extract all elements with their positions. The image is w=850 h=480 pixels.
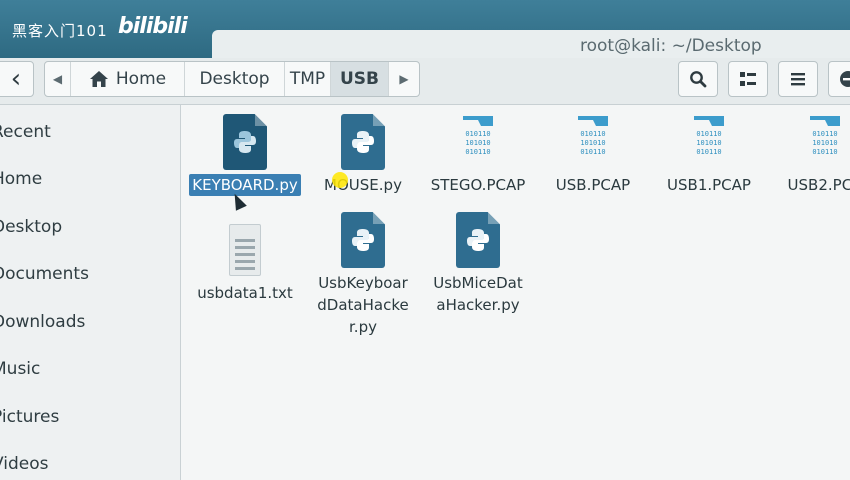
python-file-icon bbox=[341, 212, 385, 268]
file-item[interactable]: UsbMiceDat aHacker.py bbox=[418, 212, 538, 316]
file-item[interactable]: 010110 101010 010110 USB.PCAP bbox=[533, 114, 653, 196]
file-item[interactable]: KEYBOARD.py bbox=[185, 114, 305, 196]
breadcrumb-home[interactable]: Home bbox=[71, 62, 185, 96]
sidebar-item-music[interactable]: Music bbox=[0, 359, 40, 379]
sidebar-item-label: Home bbox=[0, 169, 43, 189]
hamburger-menu-icon bbox=[791, 73, 805, 86]
file-item[interactable]: usbdata1.txt bbox=[185, 222, 305, 304]
path-scroll-left-button[interactable]: ◀ bbox=[45, 62, 71, 96]
pcap-file-icon: 010110 101010 010110 bbox=[687, 114, 731, 170]
file-name-line: UsbMiceDat bbox=[433, 274, 523, 292]
file-name-line: r.py bbox=[349, 318, 377, 336]
breadcrumb-label: USB bbox=[339, 69, 379, 89]
breadcrumb-usb[interactable]: USB bbox=[331, 62, 389, 96]
pcap-file-icon: 010110 101010 010110 bbox=[456, 114, 500, 170]
breadcrumb-label: TMP bbox=[289, 69, 326, 89]
sidebar-item-label: Recent bbox=[0, 122, 51, 142]
sidebar-item-label: Desktop bbox=[0, 217, 63, 237]
window-title: root@kali: ~/Desktop bbox=[580, 36, 762, 56]
file-grid: KEYBOARD.py MOUSE.py 010110 101010 010110 … bbox=[181, 105, 850, 480]
file-name: USB2.PCA bbox=[787, 176, 850, 194]
home-icon bbox=[89, 71, 108, 87]
sidebar-item-recent[interactable]: Recent bbox=[0, 122, 51, 142]
file-name: USB.PCAP bbox=[555, 176, 631, 194]
breadcrumb-desktop[interactable]: Desktop bbox=[185, 62, 285, 96]
breadcrumb-label: Desktop bbox=[199, 69, 270, 89]
python-file-icon bbox=[223, 114, 267, 170]
python-file-icon bbox=[341, 114, 385, 170]
file-name: USB1.PCAP bbox=[667, 176, 751, 194]
triangle-right-icon: ▶ bbox=[399, 72, 409, 86]
view-toggle-button[interactable] bbox=[728, 61, 768, 97]
sidebar-item-downloads[interactable]: Downloads bbox=[0, 312, 85, 332]
sidebar-item-label: Music bbox=[0, 359, 41, 379]
file-name: STEGO.PCAP bbox=[430, 176, 526, 194]
file-name: UsbKeyboar dDataHacke r.py bbox=[314, 272, 411, 338]
triangle-left-icon: ◀ bbox=[52, 72, 63, 86]
watermark-bilibili-logo: bilibili bbox=[118, 14, 188, 39]
file-name-line: dDataHacke bbox=[317, 296, 409, 314]
file-name-line: UsbKeyboar bbox=[318, 274, 408, 292]
file-item[interactable]: 010110 101010 010110 STEGO.PCAP bbox=[418, 114, 538, 196]
minimize-icon bbox=[840, 71, 850, 87]
places-sidebar: Recent Home Desktop Documents Downloads … bbox=[0, 105, 181, 480]
file-name: UsbMiceDat aHacker.py bbox=[430, 272, 526, 316]
chevron-left-icon: ‹ bbox=[10, 64, 22, 94]
text-file-icon bbox=[223, 222, 267, 278]
sidebar-item-home[interactable]: Home bbox=[0, 169, 42, 189]
breadcrumb-tmp[interactable]: TMP bbox=[285, 62, 331, 96]
pcap-file-icon: 010110 101010 010110 bbox=[803, 114, 847, 170]
click-highlight bbox=[332, 172, 348, 188]
back-button[interactable]: ‹ bbox=[0, 61, 34, 97]
search-button[interactable] bbox=[678, 61, 718, 97]
watermark-channel-name: 黑客入门101 bbox=[12, 22, 108, 40]
sidebar-item-documents[interactable]: Documents bbox=[0, 264, 89, 284]
title-bar: 黑客入门101 bilibili root@kali: ~/Desktop bbox=[0, 0, 850, 58]
sidebar-item-label: Downloads bbox=[0, 312, 86, 332]
grid-view-icon bbox=[740, 72, 756, 86]
file-name: KEYBOARD.py bbox=[189, 174, 301, 196]
sidebar-item-pictures[interactable]: Pictures bbox=[0, 407, 59, 427]
file-name-line: aHacker.py bbox=[436, 296, 520, 314]
breadcrumb-label: Home bbox=[115, 69, 167, 89]
sidebar-item-label: Videos bbox=[0, 454, 49, 474]
path-scroll-right-button[interactable]: ▶ bbox=[389, 62, 419, 96]
sidebar-item-label: Pictures bbox=[0, 407, 60, 427]
file-item[interactable]: MOUSE.py bbox=[303, 114, 423, 196]
sidebar-item-label: Documents bbox=[0, 264, 89, 284]
file-item[interactable]: UsbKeyboar dDataHacke r.py bbox=[303, 212, 423, 338]
menu-button[interactable] bbox=[778, 61, 818, 97]
sidebar-item-desktop[interactable]: Desktop bbox=[0, 217, 62, 237]
file-name: usbdata1.txt bbox=[197, 284, 293, 302]
minimize-button[interactable] bbox=[828, 61, 850, 97]
file-item[interactable]: 010110 101010 010110 USB1.PCAP bbox=[649, 114, 769, 196]
path-bar: ◀ Home Desktop TMP USB ▶ bbox=[44, 61, 420, 97]
pcap-file-icon: 010110 101010 010110 bbox=[571, 114, 615, 170]
python-file-icon bbox=[456, 212, 500, 268]
file-item[interactable]: 010110101010010110 USB2.PCA bbox=[765, 114, 850, 196]
sidebar-item-videos[interactable]: Videos bbox=[0, 454, 49, 474]
search-icon bbox=[690, 71, 707, 88]
